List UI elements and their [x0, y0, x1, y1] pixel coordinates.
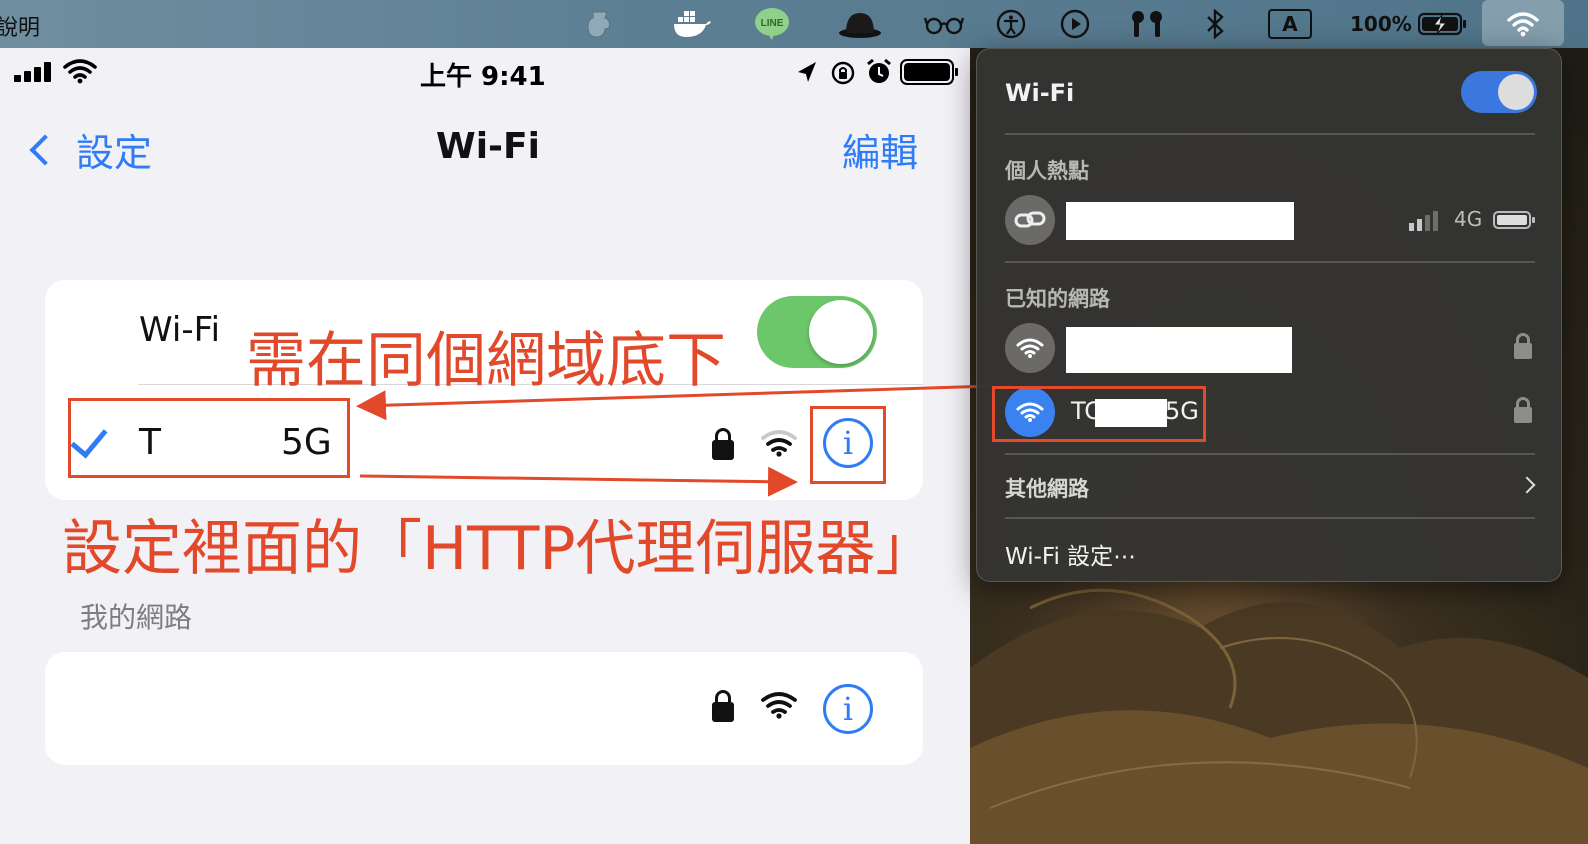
mac-wifi-toggle[interactable] [1461, 71, 1537, 113]
hotspot-header: 個人熱點 [1005, 159, 1089, 183]
annotation-same-network: 需在同個網域底下 [246, 326, 726, 396]
known-networks-header: 已知的網路 [1005, 287, 1110, 311]
divider [1005, 517, 1535, 519]
wifi-menu-title: Wi-Fi [1005, 79, 1075, 107]
wifi-settings-item[interactable]: Wi-Fi 設定⋯ [1005, 537, 1136, 571]
wifi-icon [1005, 323, 1055, 373]
cellular-signal-icon [1407, 209, 1443, 235]
annotation-proxy-setting: 設定裡面的「HTTP代理伺服器」 [62, 514, 936, 584]
toggle-knob [1498, 74, 1534, 110]
lock-icon [1514, 333, 1532, 359]
divider [1005, 453, 1535, 455]
divider [1005, 133, 1535, 135]
lock-icon [1514, 397, 1532, 423]
redacted-network-name [1066, 327, 1292, 373]
link-icon [1005, 195, 1055, 245]
annotation-box-mac-network [992, 386, 1206, 442]
arrow-to-info-button [359, 466, 798, 497]
chevron-right-icon [1518, 476, 1536, 494]
other-networks-label: 其他網路 [1005, 477, 1089, 501]
divider [1005, 261, 1535, 263]
wifi-dropdown-menu: Wi-Fi 個人熱點 4G 已知的網路 TC 5G 其他網路 Wi-Fi 設定⋯ [976, 48, 1562, 582]
redacted-hotspot-name [1066, 202, 1294, 240]
hotspot-signal-type: 4G [1454, 207, 1483, 231]
battery-icon [1493, 209, 1537, 235]
